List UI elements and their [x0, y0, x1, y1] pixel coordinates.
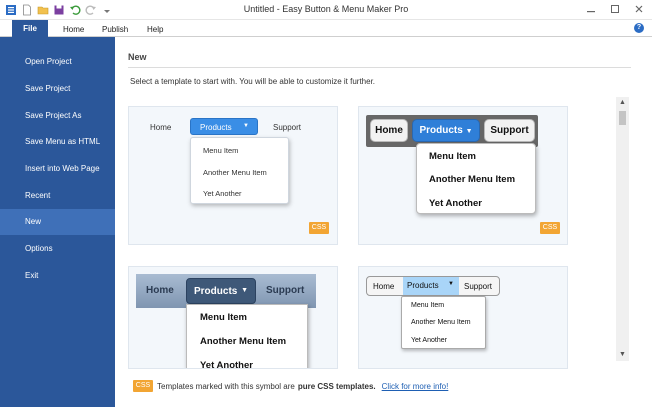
- caret-down-icon: ▼: [465, 128, 473, 135]
- maximize-icon[interactable]: [606, 2, 624, 16]
- page-title: New: [128, 52, 147, 62]
- template-menu-home: Home: [146, 285, 174, 296]
- templates-scrollbar[interactable]: ▲ ▼: [616, 97, 629, 361]
- css-badge: CSS: [540, 222, 560, 234]
- sidebar-item-save-menu-as-html[interactable]: Save Menu as HTML: [0, 129, 115, 155]
- template-dropdown-item: Yet Another: [200, 360, 253, 369]
- template-dropdown-item: Another Menu Item: [411, 319, 471, 326]
- tab-help[interactable]: Help: [141, 22, 169, 37]
- backstage-sidebar: Open Project Save Project Save Project A…: [0, 37, 115, 407]
- template-menu-support: Support: [273, 123, 302, 132]
- template-menu-bar: Home Products ▼ Support: [366, 276, 500, 296]
- footer-bold-text: pure CSS templates.: [297, 381, 376, 391]
- tab-file[interactable]: File: [12, 20, 48, 37]
- template-dropdown-item: Menu Item: [200, 312, 247, 323]
- template-menu-support: Support: [484, 119, 535, 142]
- template-menu-home: Home: [373, 282, 395, 291]
- template-menu-products: Products ▼: [403, 277, 459, 295]
- template-card-3[interactable]: Home Products ▼ Support Menu Item Anothe…: [128, 266, 338, 369]
- caret-down-icon: ▼: [448, 281, 454, 287]
- scroll-down-arrow-icon[interactable]: ▼: [616, 349, 629, 361]
- template-menu-products-label: Products: [194, 286, 238, 297]
- caret-down-icon: ▼: [241, 287, 248, 294]
- help-icon[interactable]: ?: [634, 23, 644, 33]
- sidebar-item-insert-into-web-page[interactable]: Insert into Web Page: [0, 156, 115, 182]
- template-dropdown-item: Another Menu Item: [429, 174, 516, 185]
- tab-publish[interactable]: Publish: [96, 22, 134, 37]
- title-bar: Untitled - Easy Button & Menu Maker Pro: [0, 0, 652, 20]
- template-dropdown-item: Menu Item: [429, 151, 476, 162]
- template-menu-home: Home: [150, 123, 172, 132]
- template-dropdown: Menu Item Another Menu Item Yet Another: [416, 143, 536, 214]
- css-badge: CSS: [133, 380, 153, 392]
- template-menu-bar: Home Products ▼ Support: [136, 274, 316, 308]
- template-card-2[interactable]: Home Products ▼ Support Menu Item Anothe…: [358, 106, 568, 245]
- scroll-up-arrow-icon[interactable]: ▲: [616, 97, 629, 109]
- sidebar-item-recent[interactable]: Recent: [0, 183, 115, 209]
- sidebar-item-new[interactable]: New: [0, 209, 115, 235]
- sidebar-item-save-project-as[interactable]: Save Project As: [0, 103, 115, 129]
- template-menu-products-label: Products: [407, 281, 439, 290]
- caret-down-icon: ▼: [243, 123, 249, 129]
- sidebar-item-save-project[interactable]: Save Project: [0, 76, 115, 102]
- template-menu-support: Support: [464, 282, 493, 291]
- sidebar-item-open-project[interactable]: Open Project: [0, 49, 115, 75]
- template-menu-support: Support: [266, 285, 305, 296]
- sidebar-item-exit[interactable]: Exit: [0, 263, 115, 289]
- template-dropdown-item: Yet Another: [429, 198, 482, 209]
- scroll-thumb[interactable]: [619, 111, 626, 125]
- template-menu-products: Products ▼: [190, 118, 258, 135]
- css-badge: CSS: [309, 222, 329, 234]
- minimize-icon[interactable]: [582, 2, 600, 16]
- window-controls: [582, 2, 648, 16]
- template-card-1[interactable]: Home Products ▼ Support Menu Item Anothe…: [128, 106, 338, 245]
- template-dropdown: Menu Item Another Menu Item Yet Another: [190, 137, 289, 204]
- sidebar-item-options[interactable]: Options: [0, 236, 115, 262]
- template-dropdown-item: Another Menu Item: [203, 168, 267, 177]
- template-dropdown: Menu Item Another Menu Item Yet Another: [186, 304, 308, 369]
- more-info-link[interactable]: Click for more info!: [382, 382, 449, 391]
- window-title: Untitled - Easy Button & Menu Maker Pro: [243, 4, 409, 14]
- template-dropdown-item: Yet Another: [411, 337, 447, 344]
- template-dropdown-item: Another Menu Item: [200, 336, 287, 347]
- template-dropdown-item: Menu Item: [411, 302, 445, 309]
- template-menu-products-label: Products: [200, 123, 232, 132]
- template-menu-home: Home: [370, 119, 408, 142]
- template-card-4[interactable]: Home Products ▼ Support Menu Item Anothe…: [358, 266, 568, 369]
- template-menu-products-label: Products: [419, 125, 463, 136]
- instruction-text: Select a template to start with. You wil…: [130, 77, 376, 86]
- template-dropdown: Menu Item Another Menu Item Yet Another: [401, 296, 486, 349]
- template-menu-products: Products ▼: [186, 278, 256, 304]
- tab-home[interactable]: Home: [57, 22, 90, 37]
- template-dropdown-item: Menu Item: [203, 146, 239, 155]
- close-icon[interactable]: [630, 2, 648, 16]
- footer-text: Templates marked with this symbol are: [157, 381, 295, 391]
- main-panel: New Select a template to start with. You…: [115, 37, 652, 407]
- template-menu-products: Products ▼: [412, 119, 480, 142]
- ribbon-tabs: File Home Publish Help ?: [0, 20, 652, 37]
- footer-note: CSS Templates marked with this symbol ar…: [133, 380, 448, 392]
- title-divider: [128, 67, 631, 68]
- template-dropdown-item: Yet Another: [203, 189, 242, 198]
